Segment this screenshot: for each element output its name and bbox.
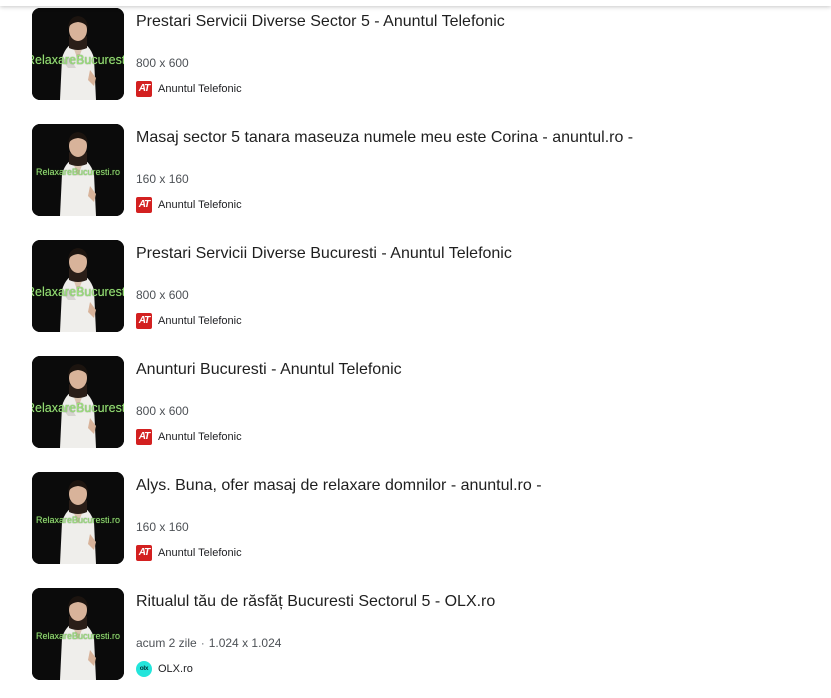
image-results-page: RelaxareBucuresti.ro Prestari Servicii D…: [0, 0, 831, 698]
result-source-name: Anuntul Telefonic: [158, 547, 242, 559]
result-title[interactable]: Ritualul tău de răsfăț Bucuresti Sectoru…: [136, 592, 495, 612]
result-item[interactable]: RelaxareBucuresti.ro Ritualul tău de răs…: [32, 588, 822, 698]
result-dimensions: 800 x 600: [136, 288, 189, 302]
result-meta: acum 2 zile · 1.024 x 1.024: [136, 636, 281, 650]
result-source-name: OLX.ro: [158, 663, 193, 675]
result-source-name: Anuntul Telefonic: [158, 199, 242, 211]
watermark-text: RelaxareBucuresti.ro: [32, 401, 124, 415]
watermark-text: RelaxareBucuresti.ro: [32, 53, 124, 67]
anuntul-telefonic-favicon-icon: AT: [136, 81, 152, 97]
result-source[interactable]: AT Anuntul Telefonic: [136, 81, 242, 97]
result-source[interactable]: AT Anuntul Telefonic: [136, 545, 242, 561]
result-title[interactable]: Alys. Buna, ofer masaj de relaxare domni…: [136, 476, 542, 496]
result-thumbnail[interactable]: RelaxareBucuresti.ro: [32, 472, 124, 564]
result-source-name: Anuntul Telefonic: [158, 315, 242, 327]
result-thumbnail[interactable]: RelaxareBucuresti.ro: [32, 8, 124, 100]
watermark-text: RelaxareBucuresti.ro: [35, 515, 121, 525]
result-source[interactable]: AT Anuntul Telefonic: [136, 313, 242, 329]
result-source[interactable]: olx OLX.ro: [136, 661, 193, 677]
result-thumbnail[interactable]: RelaxareBucuresti.ro: [32, 588, 124, 680]
watermark-text: RelaxareBucuresti.ro: [35, 167, 121, 177]
result-item[interactable]: RelaxareBucuresti.ro Alys. Buna, ofer ma…: [32, 472, 822, 588]
separator-dot: ·: [200, 636, 205, 650]
result-source-name: Anuntul Telefonic: [158, 431, 242, 443]
result-item[interactable]: RelaxareBucuresti.ro Masaj sector 5 tana…: [32, 124, 822, 240]
result-title[interactable]: Anunturi Bucuresti - Anuntul Telefonic: [136, 360, 402, 380]
result-title[interactable]: Masaj sector 5 tanara maseuza numele meu…: [136, 128, 633, 148]
result-dimensions: 160 x 160: [136, 172, 189, 186]
result-thumbnail[interactable]: RelaxareBucuresti.ro: [32, 356, 124, 448]
anuntul-telefonic-favicon-icon: AT: [136, 197, 152, 213]
result-dimensions: 800 x 600: [136, 56, 189, 70]
image-results-list: RelaxareBucuresti.ro Prestari Servicii D…: [32, 8, 822, 698]
top-bar: [0, 0, 831, 6]
result-dimensions: 160 x 160: [136, 520, 189, 534]
anuntul-telefonic-favicon-icon: AT: [136, 545, 152, 561]
result-thumbnail[interactable]: RelaxareBucuresti.ro: [32, 124, 124, 216]
result-title[interactable]: Prestari Servicii Diverse Sector 5 - Anu…: [136, 12, 505, 32]
result-item[interactable]: RelaxareBucuresti.ro Prestari Servicii D…: [32, 240, 822, 356]
result-age: acum 2 zile: [136, 636, 197, 650]
anuntul-telefonic-favicon-icon: AT: [136, 429, 152, 445]
watermark-text: RelaxareBucuresti.ro: [35, 631, 121, 641]
result-dimensions: 800 x 600: [136, 404, 189, 418]
watermark-text: RelaxareBucuresti.ro: [32, 285, 124, 299]
anuntul-telefonic-favicon-icon: AT: [136, 313, 152, 329]
result-dimensions: 1.024 x 1.024: [208, 636, 282, 650]
result-item[interactable]: RelaxareBucuresti.ro Anunturi Bucuresti …: [32, 356, 822, 472]
result-title[interactable]: Prestari Servicii Diverse Bucuresti - An…: [136, 244, 512, 264]
result-source[interactable]: AT Anuntul Telefonic: [136, 429, 242, 445]
result-source-name: Anuntul Telefonic: [158, 83, 242, 95]
olx-favicon-icon: olx: [136, 661, 152, 677]
result-thumbnail[interactable]: RelaxareBucuresti.ro: [32, 240, 124, 332]
result-source[interactable]: AT Anuntul Telefonic: [136, 197, 242, 213]
result-item[interactable]: RelaxareBucuresti.ro Prestari Servicii D…: [32, 8, 822, 124]
